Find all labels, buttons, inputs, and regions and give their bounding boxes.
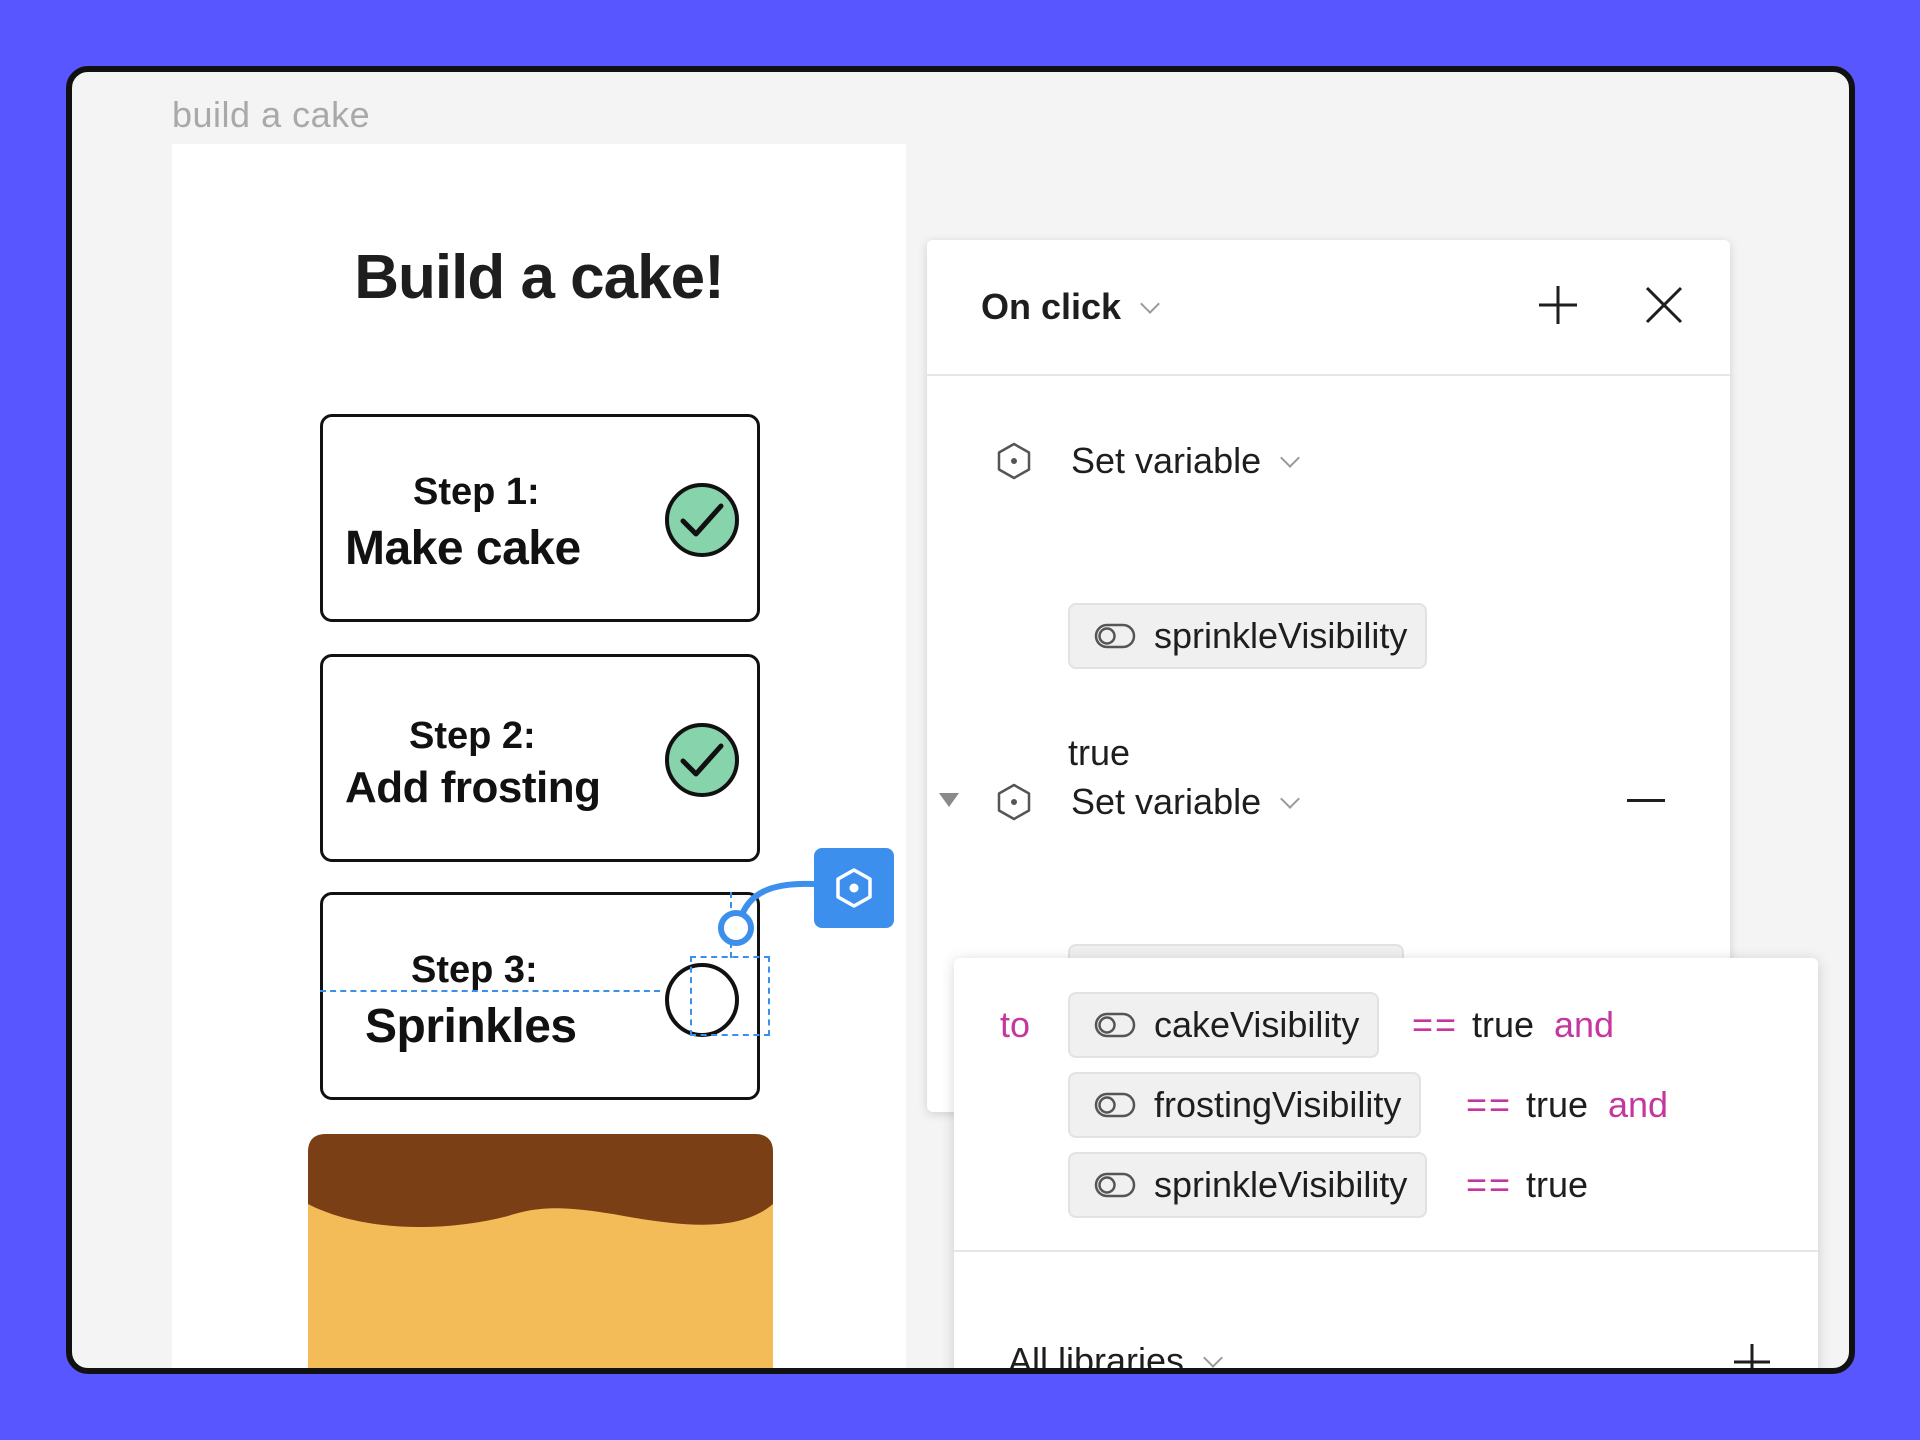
divider xyxy=(954,1250,1818,1252)
expression-variable-pill[interactable]: sprinkleVisibility xyxy=(1068,1152,1428,1218)
expression-editor: to cakeVisibility == true and frostingVi… xyxy=(954,958,1818,1374)
action-set-variable-2[interactable]: Set variable xyxy=(927,767,1730,837)
to-keyword: to xyxy=(1000,1004,1031,1045)
expression-variable-name: frostingVisibility xyxy=(1154,1084,1402,1125)
selection-guide-horizontal xyxy=(320,990,660,992)
variable-hexagon-icon xyxy=(997,442,1031,480)
selection-box[interactable] xyxy=(690,956,770,1036)
boolean-toggle-icon xyxy=(1094,1092,1136,1118)
expression-variable-pill[interactable]: frostingVisibility xyxy=(1068,1072,1422,1138)
check-circle-icon xyxy=(665,483,739,557)
chevron-down-icon xyxy=(1280,789,1301,809)
interaction-badge[interactable] xyxy=(814,848,894,928)
step-2-label: Step 2: xyxy=(409,715,536,757)
selection-guide-vertical xyxy=(730,892,732,958)
variable-hexagon-icon xyxy=(836,868,872,908)
expression-value[interactable]: true xyxy=(1526,1084,1588,1126)
library-label: All libraries xyxy=(1008,1340,1185,1374)
and-operator[interactable]: and xyxy=(1554,1004,1614,1046)
expression-variable-name: sprinkleVisibility xyxy=(1154,1164,1408,1205)
step-1-card[interactable]: Step 1: Make cake xyxy=(320,414,760,622)
cake-title: Build a cake! xyxy=(354,243,724,312)
step-2-name: Add frosting xyxy=(345,763,601,812)
chevron-down-icon xyxy=(1280,448,1301,468)
check-circle-icon xyxy=(665,723,739,797)
expression-variable-pill[interactable]: cakeVisibility xyxy=(1068,992,1380,1058)
chevron-down-icon xyxy=(1140,294,1160,314)
action-type-dropdown[interactable]: Set variable xyxy=(1071,781,1301,823)
close-icon[interactable] xyxy=(1639,280,1689,330)
step-1-label: Step 1: xyxy=(413,471,540,513)
action-set-variable-1[interactable]: Set variable xyxy=(927,426,1730,496)
library-dropdown[interactable]: All libraries xyxy=(1008,1340,1223,1374)
step-2-card[interactable]: Step 2: Add frosting xyxy=(320,654,760,862)
trigger-dropdown[interactable]: On click xyxy=(981,286,1160,328)
add-icon[interactable] xyxy=(1533,280,1583,330)
boolean-toggle-icon xyxy=(1094,1172,1136,1198)
panel-header: On click xyxy=(927,240,1730,376)
remove-action-icon[interactable] xyxy=(1627,799,1665,802)
cake-illustration xyxy=(308,1134,773,1368)
add-icon[interactable] xyxy=(1730,1340,1774,1374)
trigger-label: On click xyxy=(981,286,1122,327)
step-1-name: Make cake xyxy=(345,522,581,575)
action-type-dropdown[interactable]: Set variable xyxy=(1071,440,1301,482)
variable-name: sprinkleVisibility xyxy=(1154,615,1408,656)
boolean-toggle-icon xyxy=(1094,623,1136,649)
step-3-label: Step 3: xyxy=(411,949,538,991)
collapse-caret-icon[interactable] xyxy=(939,793,959,807)
equals-operator[interactable]: == xyxy=(1412,1004,1458,1046)
expression-variable-name: cakeVisibility xyxy=(1154,1004,1360,1045)
expression-value[interactable]: true xyxy=(1526,1164,1588,1206)
variable-hexagon-icon xyxy=(997,783,1031,821)
frame-label[interactable]: build a cake xyxy=(172,94,370,136)
equals-operator[interactable]: == xyxy=(1466,1164,1512,1206)
step-3-name: Sprinkles xyxy=(365,1000,577,1053)
chevron-down-icon xyxy=(1203,1348,1223,1368)
equals-operator[interactable]: == xyxy=(1466,1084,1512,1126)
canvas-window: build a cake Build a cake! Step 1: Make … xyxy=(66,66,1855,1374)
action-type-label: Set variable xyxy=(1071,781,1262,822)
and-operator[interactable]: and xyxy=(1608,1084,1668,1126)
expression-value[interactable]: true xyxy=(1472,1004,1534,1046)
boolean-toggle-icon xyxy=(1094,1012,1136,1038)
variable-pill[interactable]: sprinkleVisibility xyxy=(1068,603,1428,669)
action-type-label: Set variable xyxy=(1071,440,1262,481)
cake-frame[interactable]: Build a cake! Step 1: Make cake Step 2: … xyxy=(172,144,906,1368)
